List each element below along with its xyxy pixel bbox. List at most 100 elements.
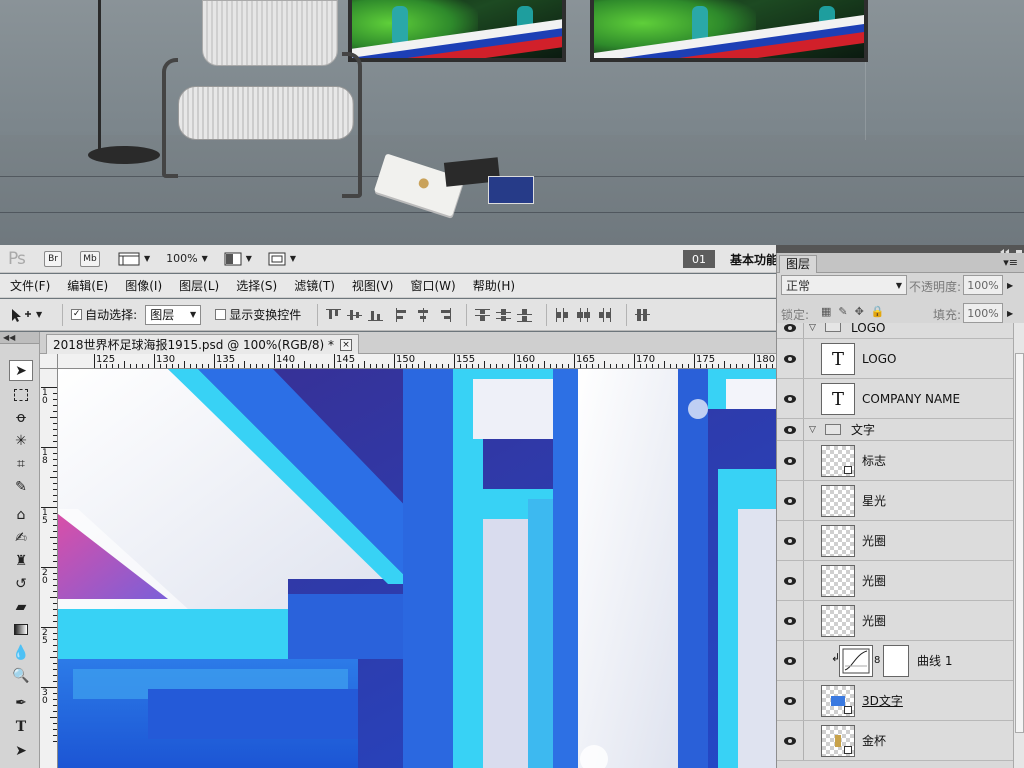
distribute-bottom-icon[interactable] (517, 308, 533, 322)
menu-item[interactable]: 视图(V) (352, 277, 394, 294)
scrollbar-thumb[interactable] (1015, 353, 1024, 733)
marquee-tool[interactable] (9, 384, 33, 405)
bridge-button[interactable]: Br (44, 250, 62, 267)
align-right-icon[interactable] (437, 307, 452, 322)
lasso-tool[interactable]: ꝋ (9, 407, 33, 428)
menu-item[interactable]: 窗口(W) (410, 277, 455, 294)
opacity-field[interactable]: 100% (963, 275, 1003, 295)
screen-mode-dropdown[interactable]: ▼ (268, 252, 296, 266)
menu-item[interactable]: 编辑(E) (67, 277, 108, 294)
menu-item[interactable]: 帮助(H) (473, 277, 515, 294)
menu-item[interactable]: 图像(I) (125, 277, 162, 294)
dodge-tool[interactable]: 🔍 (9, 665, 33, 686)
menu-item[interactable]: 滤镜(T) (294, 277, 335, 294)
blur-tool[interactable]: 💧 (9, 642, 33, 663)
menu-item[interactable]: 文件(F) (10, 277, 50, 294)
distribute-right-icon[interactable] (597, 307, 612, 322)
align-horizontal-center-icon[interactable] (416, 307, 431, 322)
eyedropper-tool[interactable]: ✎ (9, 476, 33, 497)
layer-3d-text[interactable]: 3D文字 (777, 681, 1013, 721)
eye-icon[interactable] (781, 681, 799, 720)
crop-tool[interactable]: ⌗ (9, 453, 33, 474)
document-tab[interactable]: 2018世界杯足球海报1915.psd @ 100%(RGB/8) * × (46, 334, 360, 354)
chevron-down-icon[interactable]: ▼ (36, 310, 42, 319)
align-bottom-icon[interactable] (368, 308, 384, 322)
layer-text-logo[interactable]: T LOGO (777, 339, 1013, 379)
view-extras-dropdown[interactable]: ▼ (118, 252, 150, 266)
chevron-right-icon[interactable]: ▶ (1007, 281, 1013, 290)
eye-icon[interactable] (781, 323, 799, 338)
layer-halo-3[interactable]: 光圈 (777, 601, 1013, 641)
eraser-tool[interactable]: ▰ (9, 596, 33, 617)
arrange-documents-dropdown[interactable]: ▼ (224, 252, 252, 266)
ruler-origin[interactable] (40, 354, 58, 369)
eye-icon[interactable] (781, 379, 799, 418)
auto-align-layers-icon[interactable] (635, 308, 651, 322)
zoom-dropdown[interactable]: 100% ▼ (166, 252, 208, 265)
layer-smart-emblem[interactable]: 标志 (777, 441, 1013, 481)
panel-menu-icon[interactable]: ▾≡ (1003, 256, 1018, 269)
lock-image-pixels-icon[interactable]: ✎ (838, 305, 847, 318)
lock-transparent-pixels-icon[interactable]: ▦ (821, 305, 831, 318)
chevron-right-icon[interactable]: ▶ (1007, 309, 1013, 318)
gradient-tool[interactable] (9, 619, 33, 640)
eye-icon[interactable] (781, 721, 799, 760)
clone-stamp-tool[interactable]: ♜ (9, 550, 33, 571)
distribute-top-icon[interactable] (475, 308, 491, 322)
mask-link-icon[interactable]: 8 (874, 655, 880, 666)
distribute-vertical-center-icon[interactable] (496, 308, 512, 322)
move-tool-icon[interactable] (8, 306, 34, 324)
eye-icon[interactable] (781, 339, 799, 378)
distribute-horizontal-center-icon[interactable] (576, 307, 591, 322)
show-transform-checkbox[interactable] (215, 309, 227, 320)
lock-all-icon[interactable]: 🔒 (871, 305, 885, 318)
eye-icon[interactable] (781, 481, 799, 520)
expand-triangle-icon[interactable]: ▽ (809, 323, 816, 333)
layer-group-text[interactable]: ▽ 文字 (777, 419, 1013, 441)
eye-icon[interactable] (781, 441, 799, 480)
panel-dock-header[interactable] (776, 245, 1024, 255)
tools-panel-header[interactable]: ◀◀ (0, 332, 39, 344)
workspace-badge[interactable]: 01 (683, 250, 715, 268)
layer-gold-cup[interactable]: 金杯 (777, 721, 1013, 761)
eye-icon[interactable] (781, 561, 799, 600)
blend-mode-select[interactable]: 正常 ▼ (781, 275, 907, 295)
tab-layers[interactable]: 图层 (779, 255, 818, 273)
pen-tool[interactable]: ✒ (9, 692, 33, 713)
menu-item[interactable]: 图层(L) (179, 277, 219, 294)
layer-halo-2[interactable]: 光圈 (777, 561, 1013, 601)
horizontal-ruler[interactable]: 125 130 135 140 145 150 155 160 165 170 175 180 (58, 354, 776, 369)
layer-adjustment-curves[interactable]: ↲ 8 曲线 1 (777, 641, 1013, 681)
type-tool[interactable]: T (9, 716, 33, 737)
auto-select-checkbox[interactable]: ✓ (71, 309, 83, 320)
mini-bridge-button[interactable]: Mb (80, 250, 100, 267)
auto-select-dropdown[interactable]: 图层 ▼ (145, 304, 202, 325)
eye-icon[interactable] (781, 641, 799, 680)
close-icon[interactable]: × (340, 338, 353, 351)
workspace-label[interactable]: 基本功能 (730, 251, 778, 268)
document-canvas[interactable] (58, 369, 776, 768)
vertical-ruler[interactable]: 1 0 1 8 1 5 2 0 2 5 3 0 (40, 369, 58, 768)
expand-triangle-icon[interactable]: ▽ (809, 425, 816, 435)
history-brush-tool[interactable]: ↺ (9, 573, 33, 594)
quick-selection-tool[interactable]: ✳ (9, 430, 33, 451)
healing-brush-tool[interactable]: ⌂ (9, 504, 33, 525)
lock-position-icon[interactable]: ✥ (855, 305, 864, 318)
layer-group-logo[interactable]: ▽ LOGO (777, 323, 1013, 339)
fill-field[interactable]: 100% (963, 303, 1003, 323)
eye-icon[interactable] (781, 601, 799, 640)
move-tool[interactable]: ➤ (9, 360, 33, 381)
eye-icon[interactable] (781, 521, 799, 560)
layer-text-company-name[interactable]: T COMPANY NAME (777, 379, 1013, 419)
layers-scrollbar[interactable] (1013, 323, 1024, 768)
layer-halo-1[interactable]: 光圈 (777, 521, 1013, 561)
menu-item[interactable]: 选择(S) (236, 277, 277, 294)
layer-mask-thumbnail[interactable] (883, 645, 909, 677)
distribute-left-icon[interactable] (555, 307, 570, 322)
align-vertical-center-icon[interactable] (347, 308, 363, 322)
align-top-icon[interactable] (326, 308, 342, 322)
path-selection-tool[interactable]: ➤ (9, 740, 33, 761)
layer-starlight[interactable]: 星光 (777, 481, 1013, 521)
brush-tool[interactable]: ✍ (9, 527, 33, 548)
align-left-icon[interactable] (395, 307, 410, 322)
